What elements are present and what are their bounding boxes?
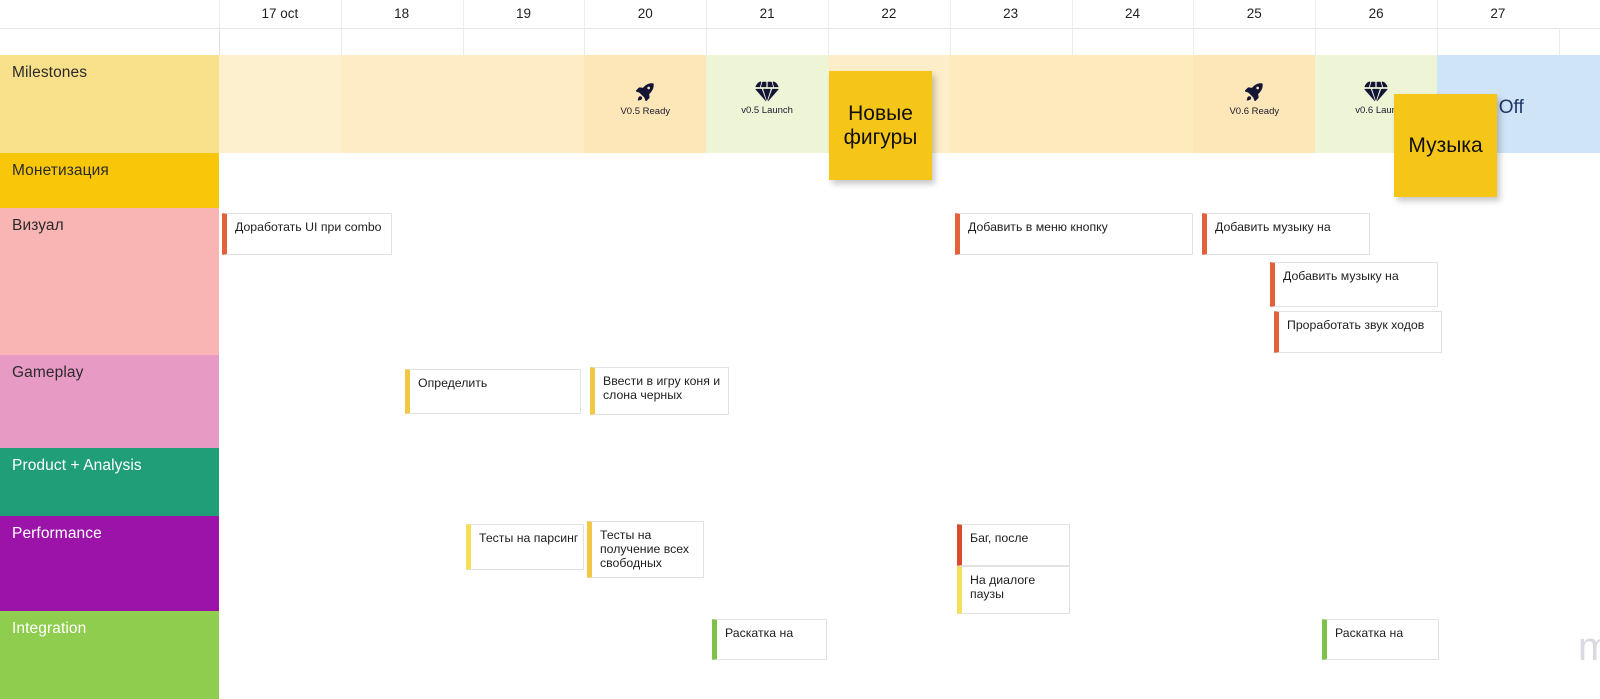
sticky-novye-figury[interactable]: Новые фигуры (829, 71, 932, 180)
sticky-note-text: Новые фигуры (843, 101, 918, 149)
sticky-notes-layer: Новые фигуры Музыка (0, 0, 1600, 699)
roadmap-board: Milestones Монетизация Визуал Gameplay Produ… (0, 0, 1600, 699)
sticky-note-text: Музыка (1408, 133, 1483, 157)
sticky-muzyka[interactable]: Музыка (1394, 94, 1497, 197)
